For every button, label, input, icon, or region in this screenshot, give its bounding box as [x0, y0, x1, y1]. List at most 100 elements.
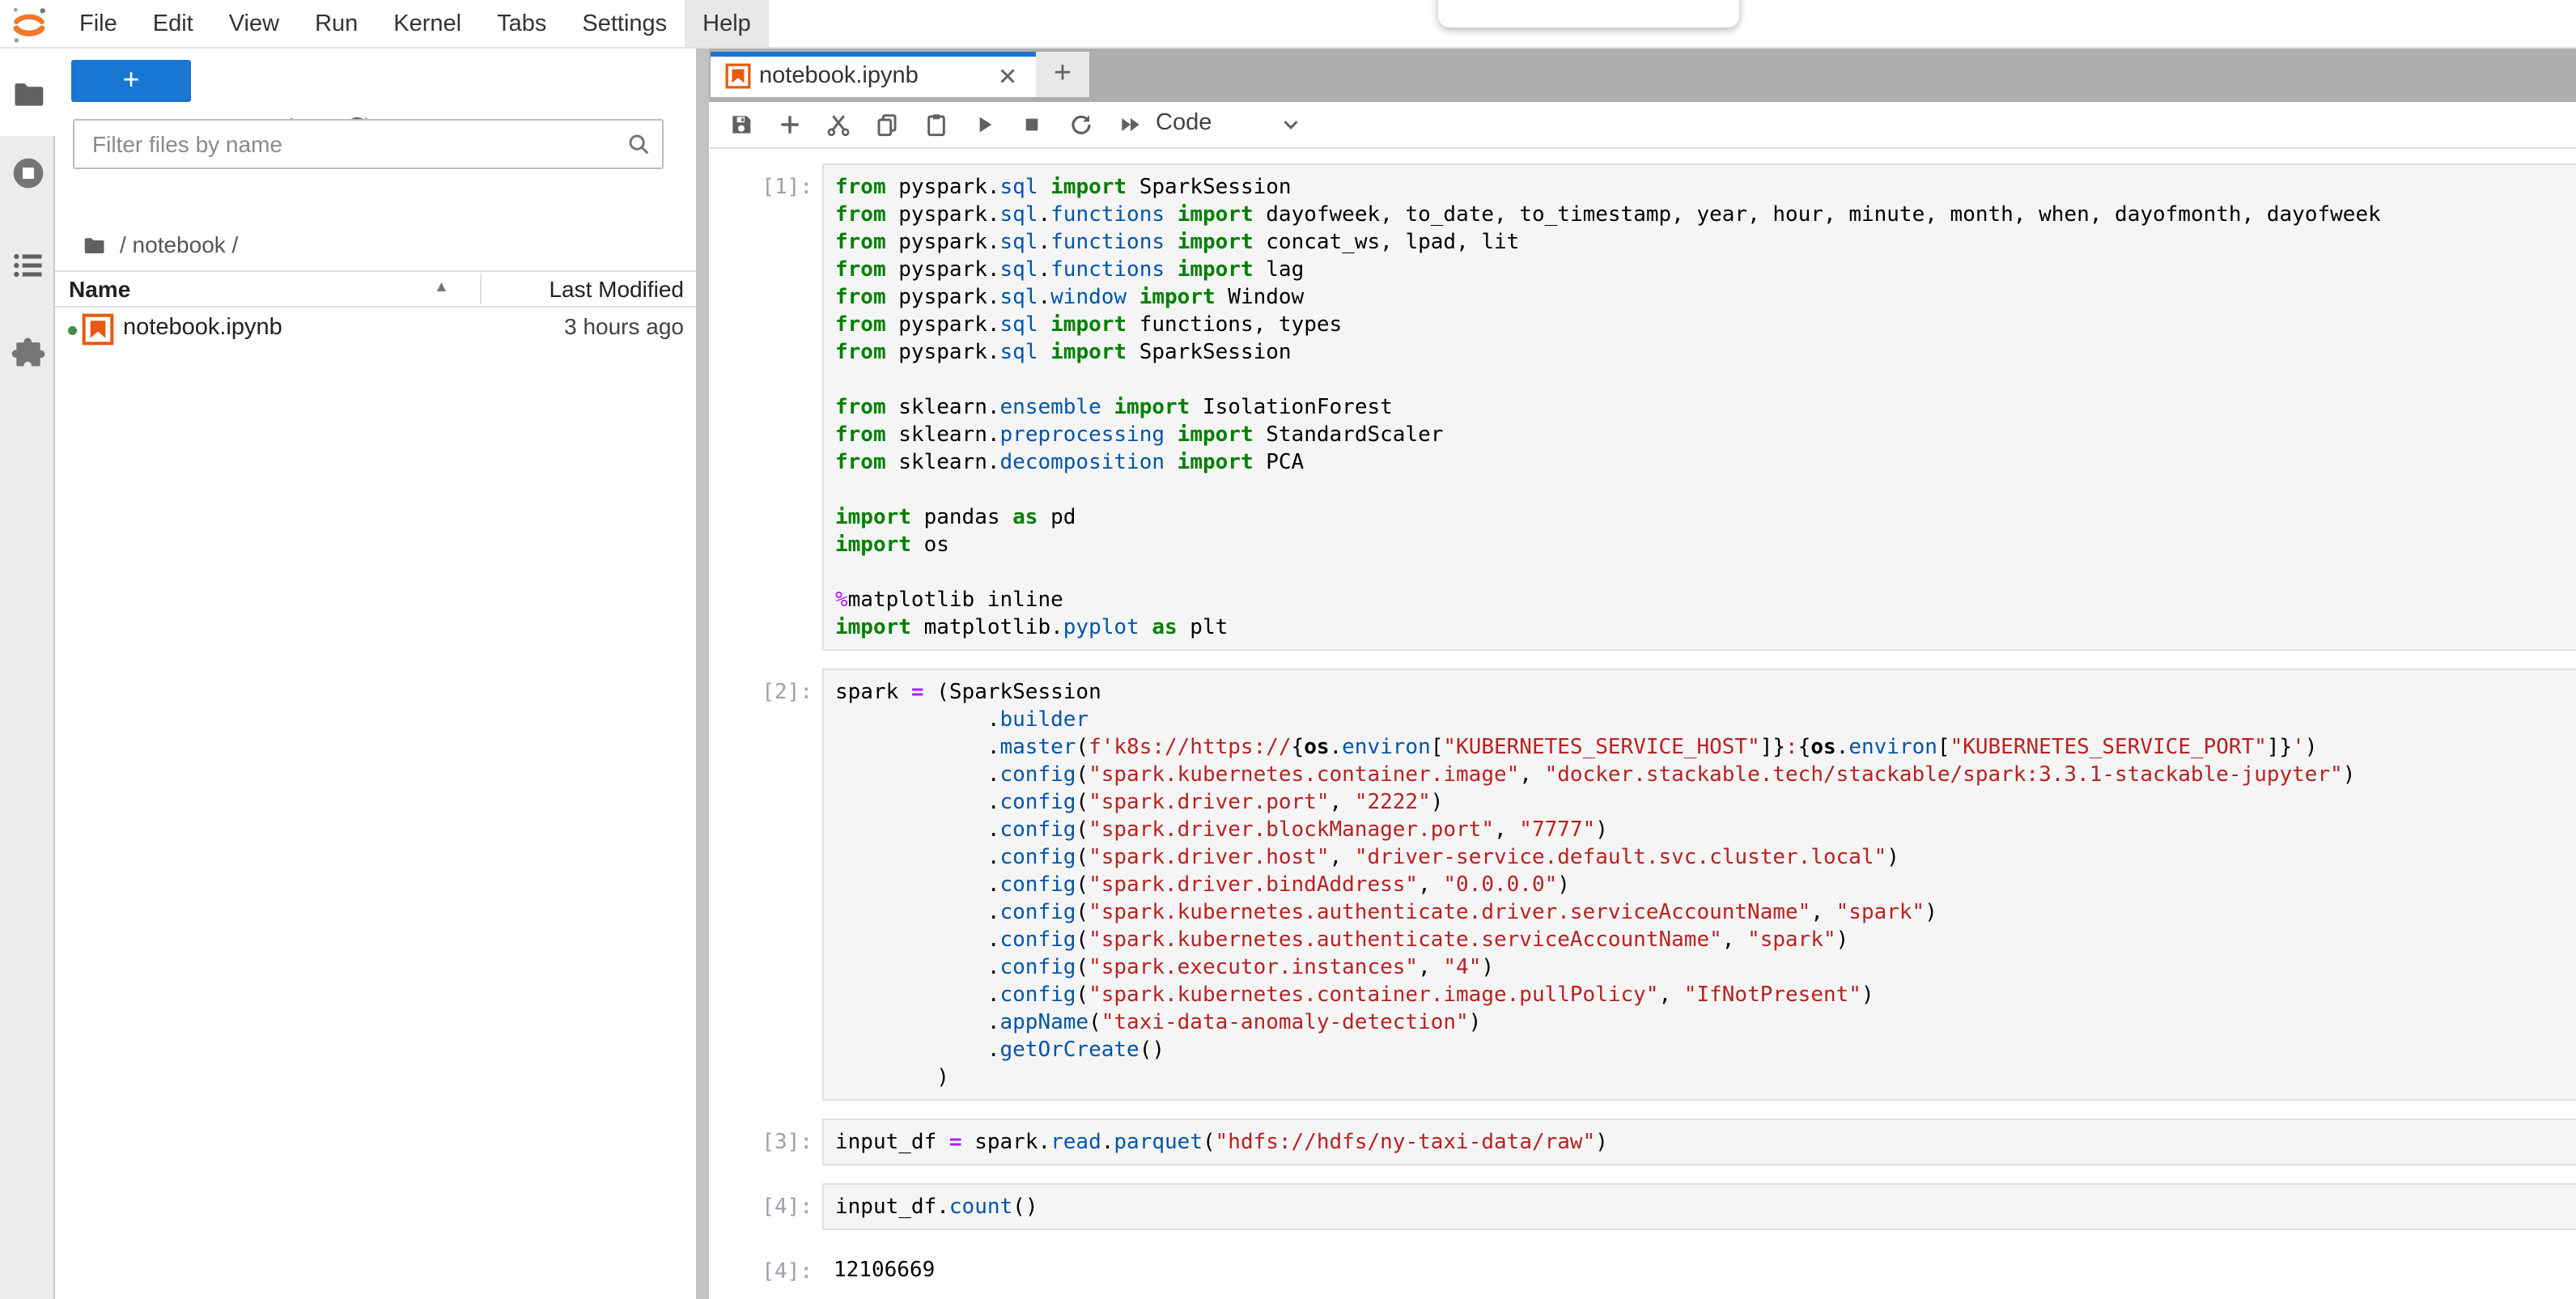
notebook-toolbar: Code [709, 102, 2576, 149]
code-line: spark = (SparkSession [835, 678, 2576, 706]
stop-icon[interactable] [1019, 112, 1045, 138]
output-cell: [4]: 12106669 [709, 1248, 2576, 1292]
code-line: %matplotlib inline [835, 586, 2576, 613]
panel-splitter[interactable] [696, 47, 709, 1299]
code-line: from pyspark.sql import SparkSession [835, 173, 2576, 201]
new-launcher-button[interactable]: + [71, 60, 191, 102]
code-line: .appName("taxi-data-anomaly-detection") [835, 1008, 2576, 1036]
cell-type-value: Code [1156, 109, 1212, 135]
code-line: .builder [835, 706, 2576, 733]
filter-files-box [73, 119, 664, 169]
code-line: 12106669 [834, 1256, 2576, 1284]
menu-kernel[interactable]: Kernel [376, 0, 479, 47]
jupyterlab-window: File Edit View Run Kernel Tabs Settings … [0, 0, 2576, 1299]
file-name[interactable]: notebook.ipynb [123, 314, 282, 341]
menu-settings[interactable]: Settings [564, 0, 685, 47]
code-line: .config("spark.driver.host", "driver-ser… [835, 843, 2576, 871]
table-of-contents-icon[interactable] [11, 248, 46, 283]
code-line: .config("spark.driver.blockManager.port"… [835, 816, 2576, 843]
paste-icon[interactable] [923, 112, 949, 138]
code-line: from pyspark.sql.functions import concat… [835, 228, 2576, 256]
tab-label: notebook.ipynb [759, 62, 919, 89]
cell-input-prompt: [4]: [709, 1183, 822, 1230]
activity-bar [0, 47, 55, 1299]
cell-input-prompt: [2]: [709, 669, 822, 1101]
code-line [835, 558, 2576, 586]
search-icon [626, 132, 651, 156]
code-line: from sklearn.ensemble import IsolationFo… [835, 393, 2576, 421]
extensions-puzzle-icon[interactable] [11, 335, 46, 371]
code-line [835, 476, 2576, 503]
column-header-name[interactable]: Name [69, 277, 130, 303]
code-cell: [3]:input_df = spark.read.parquet("hdfs:… [709, 1119, 2576, 1165]
menu-view[interactable]: View [211, 0, 297, 47]
dock-tab-bar: notebook.ipynb + [709, 47, 2576, 102]
restart-kernel-icon[interactable] [1067, 112, 1093, 138]
file-row[interactable]: notebook.ipynb 3 hours ago [55, 308, 696, 351]
home-folder-icon[interactable] [81, 233, 107, 257]
tab-notebook[interactable]: notebook.ipynb [711, 52, 1036, 97]
menu-edit[interactable]: Edit [135, 0, 211, 47]
menu-file[interactable]: File [62, 0, 135, 47]
code-line [835, 366, 2576, 393]
code-line: .config("spark.driver.bindAddress", "0.0… [835, 871, 2576, 898]
code-line: input_df.count() [835, 1193, 2576, 1220]
code-line: from pyspark.sql import SparkSession [835, 338, 2576, 366]
notebook-file-icon [725, 63, 751, 89]
code-line: .master(f'k8s://https://{os.environ["KUB… [835, 733, 2576, 761]
cell-input-prompt: [1]: [709, 163, 822, 651]
breadcrumb-path[interactable]: / notebook / [120, 232, 238, 258]
code-line: from pyspark.sql.functions import lag [835, 256, 2576, 283]
cut-icon[interactable] [825, 112, 851, 138]
cell-code-editor[interactable]: input_df = spark.read.parquet("hdfs://hd… [822, 1119, 2576, 1165]
code-line: .config("spark.kubernetes.container.imag… [835, 761, 2576, 788]
run-icon[interactable] [971, 112, 997, 138]
code-line: import os [835, 531, 2576, 558]
code-line: import pandas as pd [835, 503, 2576, 531]
code-line: input_df = spark.read.parquet("hdfs://hd… [835, 1128, 2576, 1156]
new-tab-button[interactable]: + [1036, 52, 1089, 97]
code-cell: [1]:from pyspark.sql import SparkSession… [709, 163, 2576, 651]
file-browser-folder-icon[interactable] [11, 76, 46, 112]
notebook-file-icon [82, 313, 114, 346]
cell-code-editor[interactable]: from pyspark.sql import SparkSessionfrom… [822, 163, 2576, 651]
column-header-modified[interactable]: Last Modified [549, 277, 684, 303]
cell-output-prompt: [4]: [709, 1248, 822, 1292]
code-line: from sklearn.decomposition import PCA [835, 448, 2576, 476]
breadcrumb[interactable]: / notebook / [55, 230, 696, 267]
cell-code-editor[interactable]: input_df.count() [822, 1183, 2576, 1230]
file-browser-panel: + / notebook / Name ▲ [55, 47, 696, 1299]
jupyter-logo-icon [8, 6, 50, 45]
chevron-down-icon [1279, 112, 1303, 137]
menu-bar: File Edit View Run Kernel Tabs Settings … [0, 0, 2576, 49]
cell-code-editor[interactable]: spark = (SparkSession .builder .master(f… [822, 669, 2576, 1101]
running-kernels-icon[interactable] [11, 155, 46, 191]
code-line: ) [835, 1063, 2576, 1091]
github-popup-dialog: github.com [1438, 0, 1739, 28]
code-line: .config("spark.kubernetes.container.imag… [835, 981, 2576, 1008]
code-line: .getOrCreate() [835, 1036, 2576, 1063]
code-line: from pyspark.sql.functions import dayofw… [835, 201, 2576, 228]
notebook-cell-area: [1]:from pyspark.sql import SparkSession… [709, 149, 2576, 1299]
code-line: import matplotlib.pyplot as plt [835, 613, 2576, 641]
filter-files-input[interactable] [91, 125, 612, 164]
code-line: .config("spark.driver.port", "2222") [835, 788, 2576, 816]
code-line: from pyspark.sql.window import Window [835, 283, 2576, 311]
menu-help[interactable]: Help [685, 0, 769, 47]
file-modified: 3 hours ago [564, 314, 684, 340]
code-line: .config("spark.executor.instances", "4") [835, 953, 2576, 981]
add-cell-icon[interactable] [777, 112, 803, 138]
copy-icon[interactable] [874, 112, 900, 138]
menu-run[interactable]: Run [297, 0, 376, 47]
cell-output-text: 12106669 [822, 1248, 2576, 1292]
code-line: .config("spark.kubernetes.authenticate.d… [835, 898, 2576, 926]
menu-tabs[interactable]: Tabs [479, 0, 564, 47]
close-tab-icon[interactable] [995, 64, 1020, 88]
code-line: .config("spark.kubernetes.authenticate.s… [835, 926, 2576, 953]
main-dock-panel: notebook.ipynb + [709, 47, 2576, 1299]
sort-ascending-icon: ▲ [434, 278, 449, 296]
save-icon[interactable] [728, 112, 754, 138]
restart-run-all-icon[interactable] [1118, 112, 1144, 138]
column-divider [480, 274, 482, 304]
cell-type-dropdown[interactable]: Code [1156, 109, 1309, 142]
